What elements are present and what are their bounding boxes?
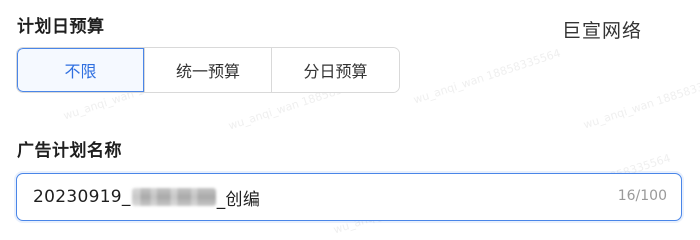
daily-budget-title: 计划日预算 [17,17,105,37]
brand-text: 巨宣网络 [562,20,643,42]
plan-name-value-suffix: _创编 [216,189,261,210]
budget-option-unified[interactable]: 统一预算 [144,48,271,92]
budget-type-selector: 不限 统一预算 分日预算 [16,47,400,93]
plan-name-input[interactable]: 20230919_ _创编 16/100 [16,173,682,221]
plan-name-value-prefix: 20230919_ [33,187,131,207]
budget-settings-panel: wu_anqi_wan 18858335564 wu_anqi_wan 1885… [0,0,700,240]
watermark-text: wu_anqi_wan 18858335564 [411,46,563,107]
watermark-text: wu_anqi_wan 18858335564 [581,71,700,132]
budget-option-daily-split[interactable]: 分日预算 [271,48,399,92]
plan-name-title: 广告计划名称 [17,141,122,161]
budget-option-unlimited[interactable]: 不限 [17,48,144,92]
redacted-text-block [131,188,216,206]
character-counter: 16/100 [617,188,667,204]
